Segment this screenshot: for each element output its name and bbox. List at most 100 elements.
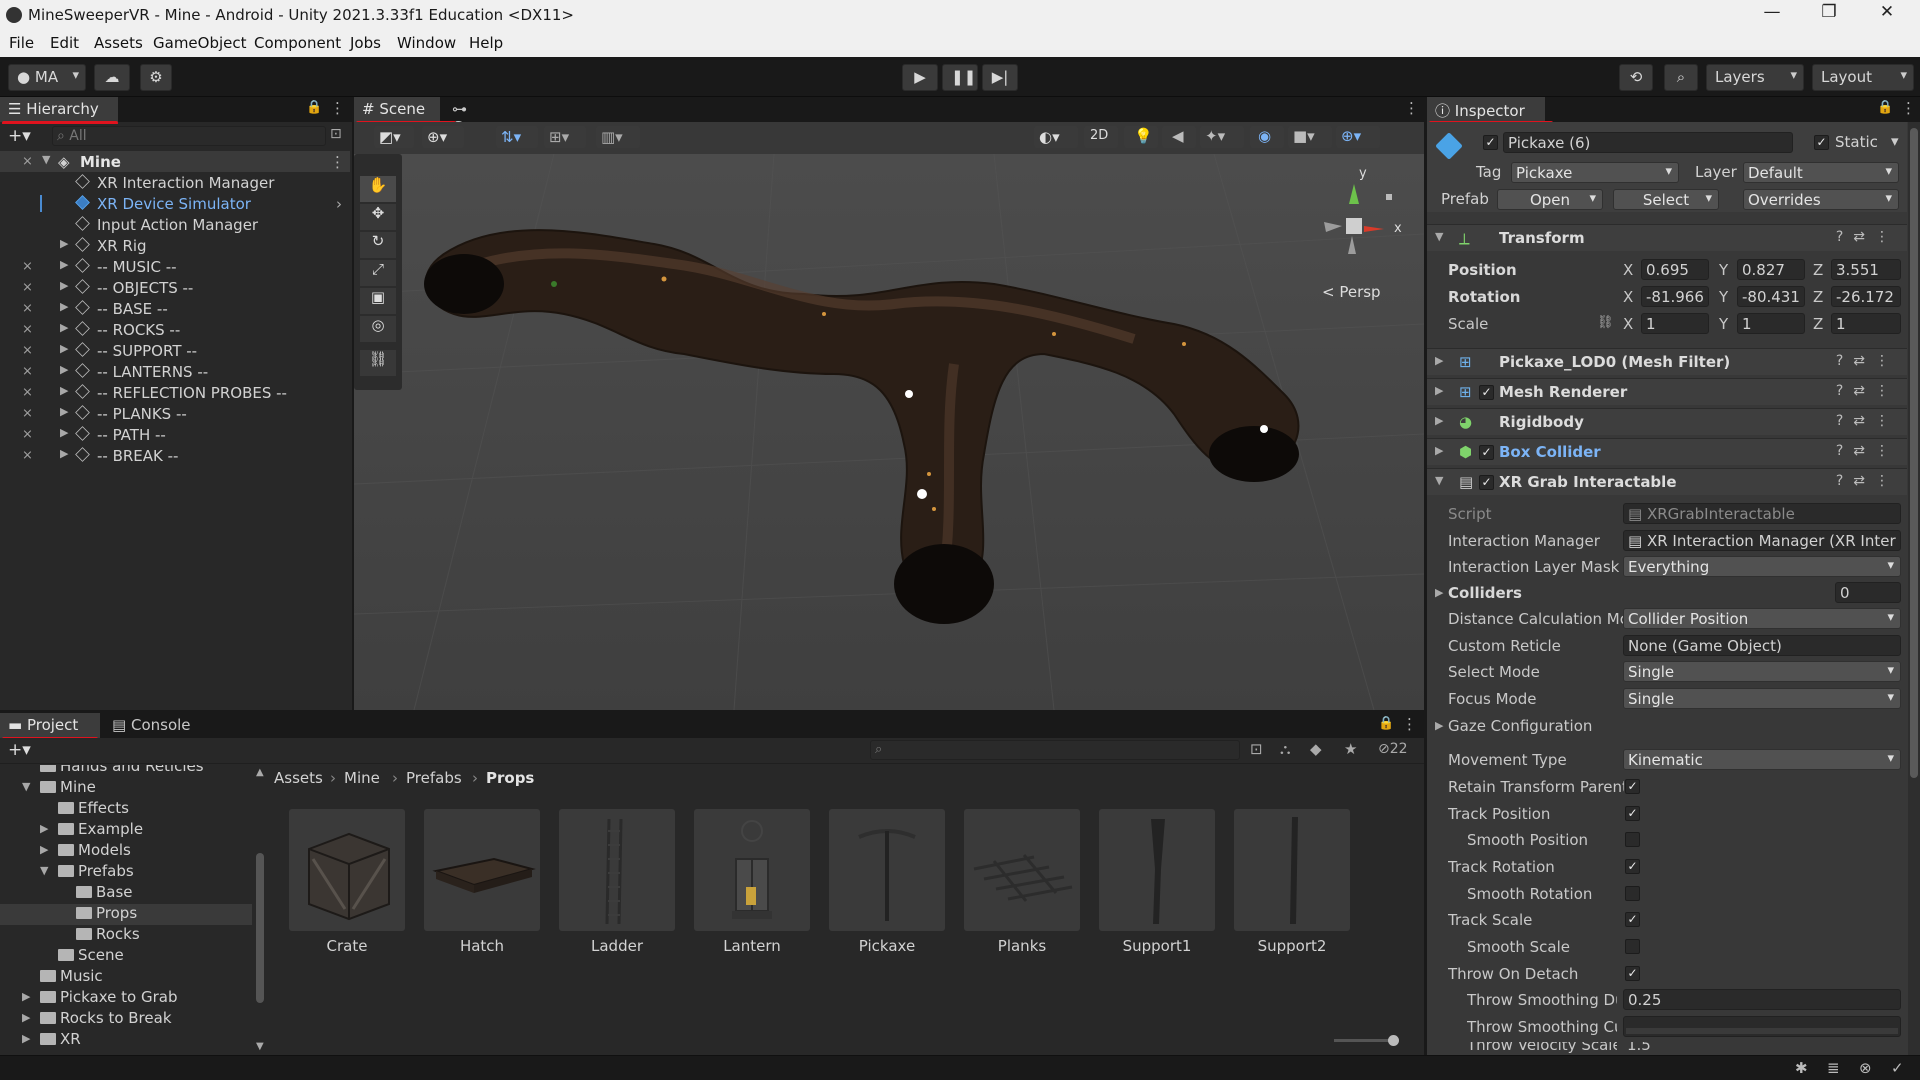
- asset-tile[interactable]: [559, 809, 675, 931]
- tree-folder[interactable]: ▼ Mine: [22, 778, 96, 799]
- transform-header[interactable]: ▼ ⟂ Transform ?⇄⋮: [1427, 224, 1907, 251]
- tree-item[interactable]: ⨯ ▶ -- OBJECTS --: [0, 277, 350, 298]
- tag-dropdown[interactable]: Pickaxe: [1511, 162, 1679, 183]
- scale-tool-button[interactable]: ⤢: [360, 260, 396, 286]
- distance-calc-dropdown[interactable]: Collider Position: [1623, 608, 1901, 629]
- link-icon[interactable]: ⛓: [1597, 315, 1614, 330]
- hidden-toggle-icon[interactable]: ⨯: [22, 301, 33, 316]
- play-button[interactable]: ▶: [902, 64, 938, 91]
- tree-folder[interactable]: ▼ Prefabs: [40, 862, 134, 883]
- chevron-right-icon[interactable]: ›: [336, 195, 342, 213]
- mode-2d-toggle[interactable]: 2D: [1084, 126, 1118, 148]
- tab-hierarchy[interactable]: ☰ Hierarchy: [0, 97, 118, 122]
- camera-dropdown[interactable]: ■▾: [1288, 126, 1332, 148]
- scroll-up-icon[interactable]: ▲: [256, 767, 264, 778]
- position-z-input[interactable]: 3.551: [1831, 259, 1901, 280]
- select-mode-dropdown[interactable]: Single: [1623, 661, 1901, 682]
- shading-dropdown[interactable]: ◐▾: [1034, 126, 1078, 148]
- scale-z-input[interactable]: 1: [1831, 313, 1901, 334]
- position-x-input[interactable]: 0.695: [1641, 259, 1709, 280]
- hidden-toggle-icon[interactable]: ⨯: [22, 427, 33, 442]
- box-collider-checkbox[interactable]: ✓: [1479, 445, 1494, 460]
- chevron-right-icon[interactable]: ▶: [60, 321, 68, 334]
- tab-game[interactable]: ⊶ Game: [444, 97, 524, 136]
- effects-dropdown[interactable]: ✦▾: [1200, 126, 1244, 148]
- lock-icon[interactable]: 🔒: [1877, 100, 1893, 115]
- move-tool-button[interactable]: ✥: [360, 204, 396, 230]
- movement-type-dropdown[interactable]: Kinematic: [1623, 749, 1901, 770]
- rotation-z-input[interactable]: -26.172: [1831, 286, 1901, 307]
- hidden-toggle-icon[interactable]: ⨯: [22, 448, 33, 463]
- asset-tile[interactable]: [829, 809, 945, 931]
- custom-reticle-field[interactable]: None (Game Object): [1623, 635, 1901, 656]
- tree-item[interactable]: ⨯ ▶ -- PATH --: [0, 424, 350, 445]
- chevron-right-icon[interactable]: ▶: [60, 426, 68, 439]
- static-checkbox[interactable]: ✓: [1814, 135, 1829, 150]
- menu-help[interactable]: Help: [469, 34, 503, 52]
- tree-item[interactable]: ▶ XR Rig: [0, 235, 350, 256]
- hidden-toggle-icon[interactable]: ⨯: [22, 280, 33, 295]
- hidden-toggle-icon[interactable]: ⨯: [22, 343, 33, 358]
- rotation-x-input[interactable]: -81.966: [1641, 286, 1709, 307]
- focus-mode-dropdown[interactable]: Single: [1623, 688, 1901, 709]
- hidden-toggle-icon[interactable]: ⨯: [22, 154, 33, 169]
- tree-item-selected[interactable]: XR Device Simulator ›: [0, 193, 350, 214]
- account-dropdown[interactable]: ● MA: [8, 64, 86, 91]
- lighting-toggle[interactable]: 💡: [1124, 126, 1158, 148]
- pivot-dropdown[interactable]: ⊕▾: [422, 126, 464, 148]
- position-y-input[interactable]: 0.827: [1737, 259, 1805, 280]
- asset-tile[interactable]: [964, 809, 1080, 931]
- increment-dropdown[interactable]: ▥▾: [596, 126, 640, 148]
- prefab-select-button[interactable]: Select: [1613, 189, 1719, 210]
- history-button[interactable]: ⟲: [1619, 64, 1653, 91]
- gaze-config-row[interactable]: ▶ Gaze Configuration: [1427, 714, 1907, 738]
- track-position-checkbox[interactable]: ✓: [1625, 806, 1640, 821]
- snap-dropdown[interactable]: ⇅▾: [496, 126, 538, 148]
- object-name-field[interactable]: Pickaxe (6): [1503, 132, 1793, 153]
- tree-folder[interactable]: Music: [22, 967, 103, 988]
- asset-tile[interactable]: [289, 809, 405, 931]
- pause-button[interactable]: ❚❚: [942, 64, 978, 91]
- lock-icon[interactable]: 🔒: [306, 100, 322, 115]
- tree-folder[interactable]: Hands and Reticles: [22, 765, 204, 778]
- box-collider-header[interactable]: ▶ ⬢ ✓ Box Collider ?⇄⋮: [1427, 438, 1907, 465]
- mesh-renderer-header[interactable]: ▶ ⊞ ✓ Mesh Renderer ?⇄⋮: [1427, 378, 1907, 405]
- lock-icon[interactable]: 🔒: [1378, 716, 1394, 731]
- scene-viewport[interactable]: ✋ ✥ ↻ ⤢ ▣ ◎ ⛓ y x < Persp: [354, 154, 1424, 710]
- hidden-toggle-icon[interactable]: ⨯: [22, 364, 33, 379]
- scene-search-icon[interactable]: ⊡: [330, 126, 342, 142]
- transform-tool-button[interactable]: ◎: [360, 316, 396, 342]
- smooth-position-checkbox[interactable]: [1625, 832, 1640, 847]
- menu-jobs[interactable]: Jobs: [350, 34, 381, 52]
- tree-folder[interactable]: Rocks: [58, 925, 140, 946]
- component-actions-icon[interactable]: ?⇄⋮: [1836, 473, 1899, 489]
- breadcrumb-item[interactable]: Assets: [274, 769, 323, 787]
- interaction-manager-field[interactable]: ▤ XR Interaction Manager (XR Inter: [1623, 530, 1901, 551]
- component-actions-icon[interactable]: ?⇄⋮: [1836, 229, 1899, 245]
- grid-snap-dropdown[interactable]: ⊞▾: [544, 126, 586, 148]
- check-circle-icon[interactable]: ✓: [1891, 1059, 1904, 1077]
- throw-duration-input[interactable]: 0.25: [1623, 989, 1901, 1010]
- rect-tool-button[interactable]: ▣: [360, 288, 396, 314]
- chevron-right-icon[interactable]: ▶: [1435, 586, 1443, 599]
- scale-y-input[interactable]: 1: [1737, 313, 1805, 334]
- breadcrumb-item[interactable]: Prefabs: [406, 769, 462, 787]
- chevron-right-icon[interactable]: ▶: [60, 384, 68, 397]
- chevron-right-icon[interactable]: ▶: [60, 300, 68, 313]
- minimize-button[interactable]: —: [1749, 2, 1795, 28]
- chevron-right-icon[interactable]: ▶: [60, 342, 68, 355]
- component-actions-icon[interactable]: ?⇄⋮: [1836, 413, 1899, 429]
- hidden-objects-toggle[interactable]: ◉: [1250, 126, 1284, 148]
- menu-file[interactable]: File: [9, 34, 34, 52]
- menu-edit[interactable]: Edit: [50, 34, 79, 52]
- scale-x-input[interactable]: 1: [1641, 313, 1709, 334]
- project-search-input[interactable]: ⌕: [870, 740, 1240, 760]
- rigidbody-header[interactable]: ▶ ◕ Rigidbody ?⇄⋮: [1427, 408, 1907, 435]
- rotate-tool-button[interactable]: ↻: [360, 232, 396, 258]
- search-by-type-icon[interactable]: ⊡: [1250, 740, 1263, 758]
- chevron-right-icon[interactable]: ▶: [1435, 719, 1443, 732]
- asset-tile[interactable]: [1099, 809, 1215, 931]
- throw-detach-checkbox[interactable]: ✓: [1625, 966, 1640, 981]
- asset-tile[interactable]: [694, 809, 810, 931]
- scrollbar-thumb[interactable]: [1910, 128, 1918, 778]
